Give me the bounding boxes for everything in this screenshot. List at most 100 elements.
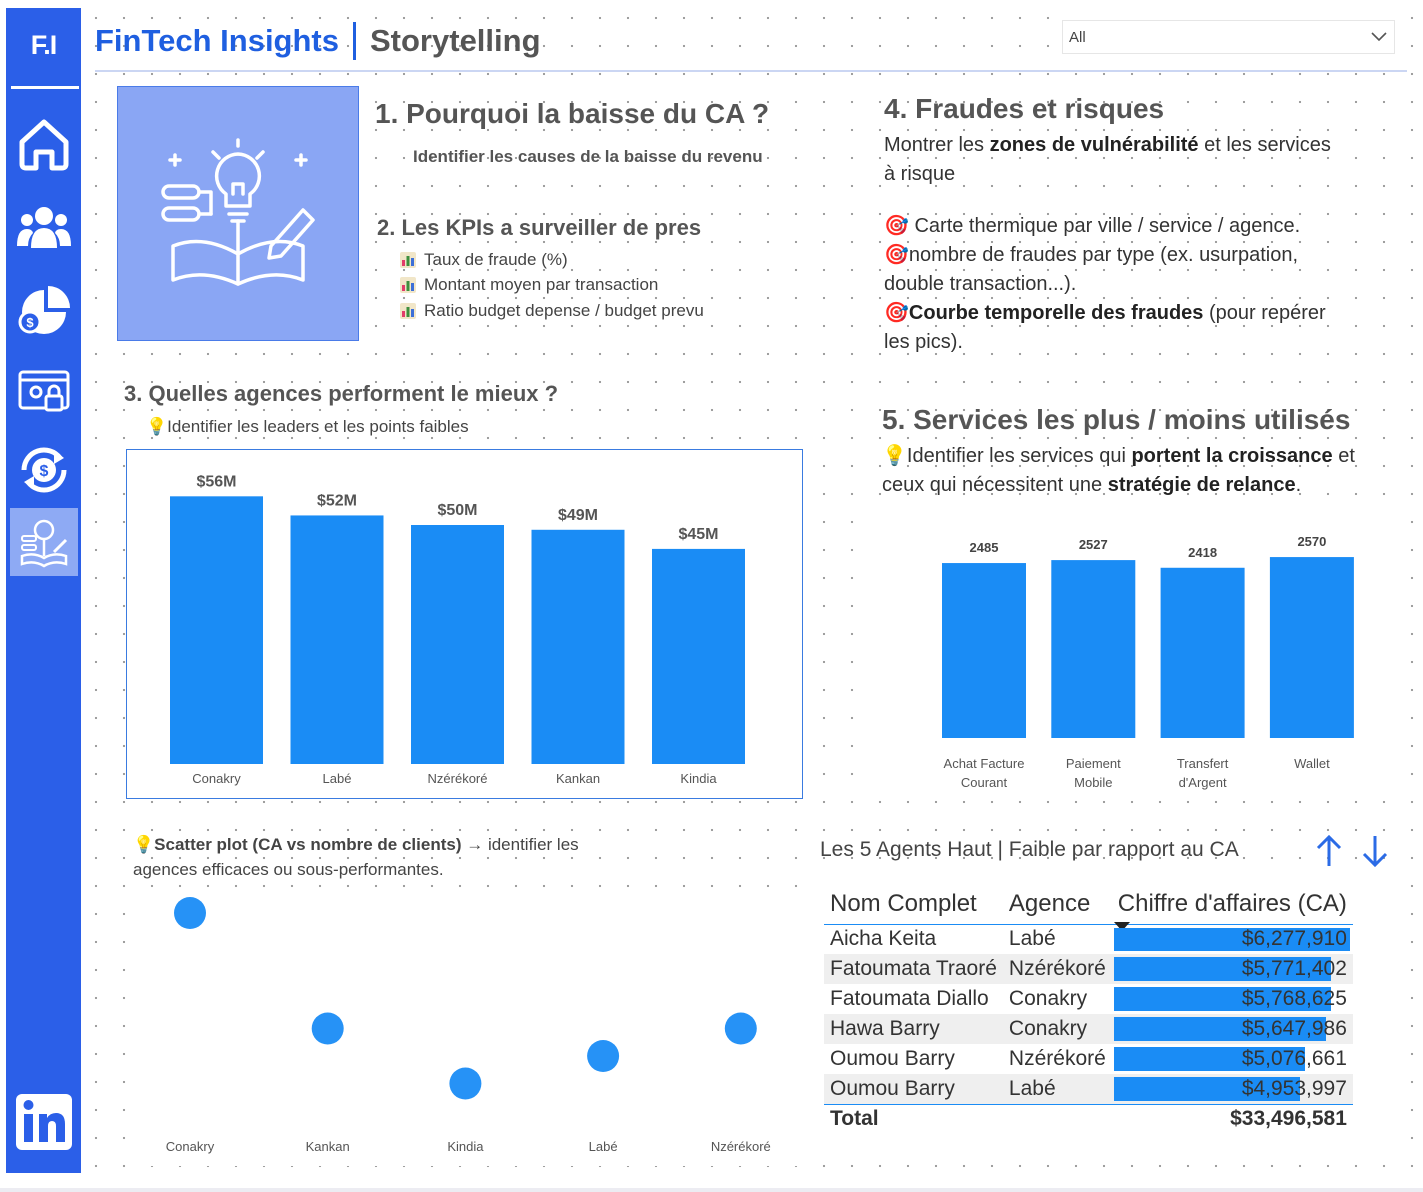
- app-logo: F.I: [30, 30, 58, 60]
- header-separator: [353, 22, 356, 60]
- kpi-label: Taux de fraude (%): [424, 250, 568, 269]
- sort-controls: [1310, 832, 1394, 870]
- text-run: Identifier les services qui: [906, 445, 1132, 467]
- cell-agence: Labé: [1002, 1074, 1112, 1104]
- data-label: 2570: [1297, 534, 1326, 549]
- text-run-bold: zones de vulnérabilité: [989, 134, 1199, 156]
- text-run: et les services: [1198, 134, 1331, 156]
- table-row[interactable]: Fatoumata Diallo Conakry $5,768,625: [824, 984, 1353, 1014]
- chart-bar: [1269, 557, 1354, 738]
- text-run-bold: Courbe temporelle des fraudes: [908, 302, 1204, 324]
- filter-value: All: [1069, 28, 1086, 46]
- cell-name: Fatoumata Traoré: [824, 954, 1003, 984]
- table-row[interactable]: Oumou Barry Labé $4,953,997: [824, 1074, 1353, 1104]
- linkedin-icon: [16, 1094, 72, 1150]
- lightbulb-icon: 💡: [146, 417, 168, 436]
- category-label: Kindia: [447, 1139, 484, 1154]
- cell-ca-value: $5,771,402: [1241, 957, 1347, 980]
- chevron-down-icon: [1371, 32, 1387, 42]
- lightbulb-icon: 💡: [133, 835, 155, 854]
- agents-table-body: Aicha Keita Labé $6,277,910 Fatoumata Traor…: [824, 924, 1353, 1134]
- category-label: Conakry: [166, 1139, 215, 1154]
- category-label: Courant: [961, 775, 1008, 790]
- text-run: (pour repérer: [1203, 302, 1326, 324]
- home-icon: [19, 119, 69, 171]
- table-row[interactable]: Hawa Barry Conakry $5,647,986: [824, 1014, 1353, 1044]
- brand-title: FinTech Insights: [95, 23, 339, 58]
- scatter-point: [449, 1067, 482, 1100]
- arrow-up-icon[interactable]: [1310, 832, 1348, 870]
- bar-chart-icon: [400, 277, 416, 293]
- nav-finance[interactable]: $: [10, 276, 78, 344]
- bar-chart-icon: [400, 303, 416, 319]
- text-run: .: [1295, 474, 1302, 496]
- target-icon: 🎯: [884, 215, 909, 237]
- chart-bar: [170, 496, 263, 764]
- data-label: $50M: [437, 502, 477, 519]
- chart-bar: [942, 563, 1026, 738]
- cell-ca: $5,076,661: [1112, 1044, 1353, 1074]
- section4-bullets: 🎯 Carte thermique par ville / service / …: [884, 212, 1326, 357]
- table-row[interactable]: Oumou Barry Nzérékoré $5,076,661: [824, 1044, 1353, 1074]
- arrow-down-icon[interactable]: [1356, 832, 1394, 870]
- category-label: Mobile: [1074, 775, 1112, 790]
- category-label: Transfert: [1177, 756, 1229, 771]
- service-usage-chart: 2485 Achat Facture Courant 2527 Paiement Mobi…: [876, 508, 1407, 800]
- nav-storytelling[interactable]: [10, 508, 78, 576]
- nav-exchange[interactable]: $: [10, 436, 78, 504]
- text-run: les pics).: [884, 331, 963, 353]
- text-run: ceux qui nécessitent une: [882, 474, 1108, 496]
- column-header-label: Chiffre d'affaires (CA): [1117, 889, 1347, 917]
- nav-home[interactable]: [10, 110, 78, 178]
- category-label: Achat Facture: [944, 756, 1025, 771]
- cell-ca-value: $4,953,997: [1241, 1076, 1347, 1100]
- sidebar: F.I $ $: [6, 8, 81, 1173]
- data-label: $56M: [196, 473, 236, 490]
- cell-ca-value: $5,768,625: [1241, 987, 1347, 1010]
- text-run: double transaction...).: [884, 273, 1077, 295]
- cell-ca-value: $5,076,661: [1241, 1047, 1347, 1070]
- column-header-ca[interactable]: Chiffre d'affaires (CA): [1112, 884, 1353, 931]
- nav-security[interactable]: [10, 358, 78, 426]
- table-row[interactable]: Fatoumata Traoré Nzérékoré $5,771,402: [824, 954, 1353, 984]
- column-header-name[interactable]: Nom Complet: [824, 884, 1003, 924]
- target-icon: 🎯: [884, 244, 909, 266]
- kpi-label: Ratio budget depense / budget prevu: [424, 301, 704, 320]
- agency-scatter-chart: Conakry Kankan Kindia Labé Nzérékoré: [166, 897, 771, 1154]
- category-label: Wallet: [1294, 756, 1330, 771]
- text-run: → identifier les: [461, 835, 579, 854]
- chart-bar: [652, 548, 745, 764]
- scatter-point: [587, 1040, 620, 1072]
- section5-text: 💡Identifier les services qui portent la …: [882, 442, 1355, 500]
- data-label: $45M: [678, 526, 718, 543]
- nav-linkedin[interactable]: [10, 1088, 78, 1156]
- cell-agence: Nzérékoré: [1002, 954, 1112, 984]
- cell-name: Hawa Barry: [824, 1014, 1003, 1044]
- agents-table-title: Les 5 Agents Haut | Faible par rapport a…: [820, 838, 1239, 861]
- text-run: et: [1332, 445, 1355, 467]
- scatter-point: [174, 897, 206, 929]
- text-run-bold: Scatter plot (CA vs nombre de clients): [154, 835, 462, 854]
- section3-subtitle: 💡Identifier les leaders et les points fa…: [146, 417, 469, 437]
- text-run-bold: portent la croissance: [1131, 445, 1333, 467]
- section5-title: 5. Services les plus / moins utilisés: [882, 404, 1351, 435]
- idea-book-icon: [161, 137, 315, 286]
- data-label: $49M: [558, 507, 598, 524]
- text-run: Identifier les leaders et les points fai…: [167, 417, 469, 436]
- nav-users[interactable]: [10, 194, 78, 262]
- data-label: 2485: [970, 540, 999, 555]
- table-row[interactable]: Aicha Keita Labé $6,277,910: [824, 924, 1353, 954]
- page-header: FinTech Insights Storytelling: [95, 18, 541, 64]
- chart-bar: [1160, 567, 1245, 738]
- filter-slicer: All: [1050, 10, 1407, 65]
- total-spacer: [1002, 1103, 1112, 1134]
- cell-agence: Nzérékoré: [1008, 1047, 1106, 1070]
- kpi-item: Montant moyen par transaction: [400, 275, 658, 295]
- users-icon: [17, 207, 71, 248]
- table-total-row: Total $33,496,581: [824, 1103, 1353, 1134]
- total-value: $33,496,581: [1111, 1103, 1353, 1134]
- filter-dropdown[interactable]: All: [1062, 20, 1395, 54]
- column-header-agence[interactable]: Agence: [1003, 884, 1112, 924]
- cell-ca: $6,277,910: [1112, 924, 1353, 954]
- svg-text:$: $: [26, 315, 34, 330]
